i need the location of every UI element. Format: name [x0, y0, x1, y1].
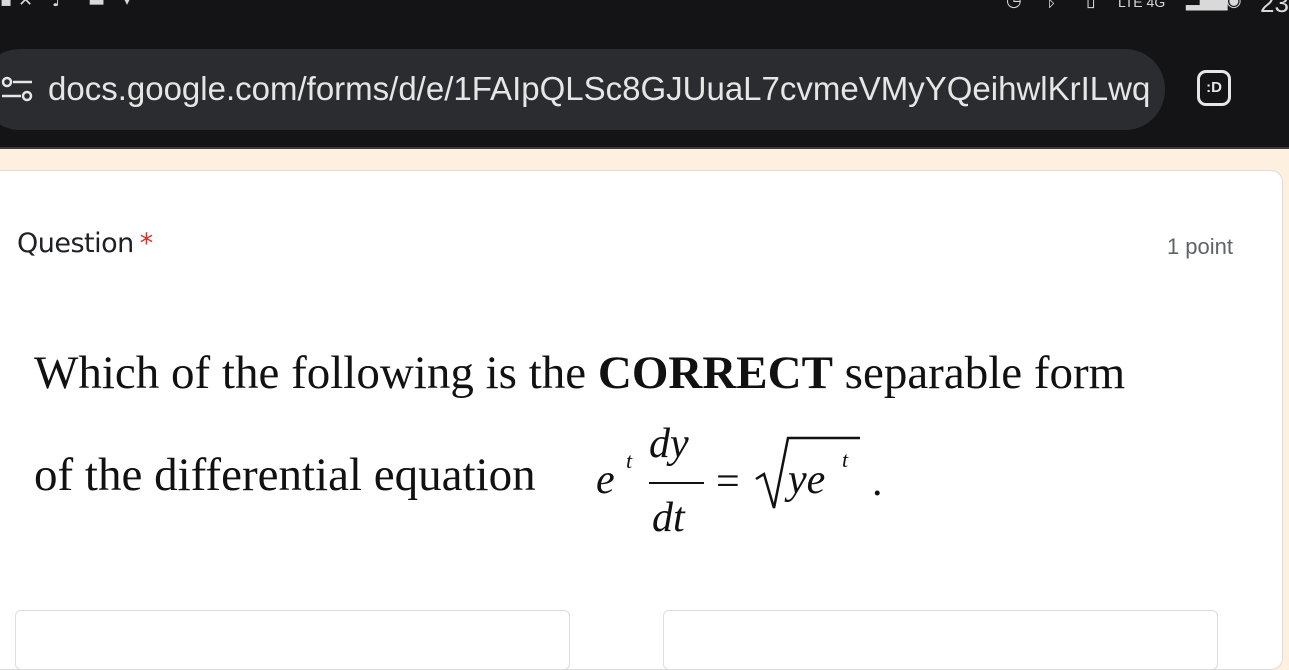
toolbar-divider: [0, 147, 1289, 149]
vibrate-icon: ▯: [1086, 0, 1096, 11]
question-label: Question: [17, 228, 134, 259]
url-text[interactable]: docs.google.com/forms/d/e/1FAIpQLSc8GJUu…: [48, 69, 1150, 109]
fraction-bar: [649, 482, 704, 484]
tiktok-icon: ♪: [52, 0, 64, 11]
required-marker: *: [139, 228, 154, 259]
question-text-line1: Which of the following is the CORRECT se…: [34, 346, 1125, 400]
bluetooth-icon: ᛒ: [1046, 0, 1057, 11]
question-text-pre: Which of the following is the: [34, 347, 598, 399]
app-notification-icon: ✕: [18, 0, 34, 11]
math-e: e: [596, 457, 615, 503]
question-text-bold: CORRECT: [597, 347, 833, 399]
clock: 23: [1260, 0, 1289, 18]
app-notification-icon: ▪: [0, 0, 13, 11]
browser-toolbar: docs.google.com/forms/d/e/1FAIpQLSc8GJUu…: [0, 20, 1289, 147]
site-info-icon[interactable]: [0, 75, 34, 105]
question-text-post: separable form: [832, 347, 1126, 399]
extension-icon[interactable]: :D: [1197, 70, 1231, 106]
math-denominator-dt: dt: [652, 495, 685, 541]
math-numerator-dy: dy: [649, 421, 689, 467]
data-saver-icon: ◉: [1226, 0, 1242, 11]
question-title: Question *: [17, 228, 153, 259]
math-equals: =: [716, 459, 740, 505]
address-bar[interactable]: docs.google.com/forms/d/e/1FAIpQLSc8GJUu…: [0, 49, 1165, 130]
network-label: LTE 4G: [1118, 0, 1166, 10]
math-exponent-t: t: [626, 448, 633, 473]
location-icon: ▾: [124, 0, 131, 8]
math-ye: ye: [788, 457, 826, 503]
math-exponent-t2: t: [842, 447, 849, 472]
question-card: [0, 170, 1283, 670]
math-period: .: [872, 459, 883, 505]
question-text-line2: of the differential equation: [34, 449, 536, 501]
question-points: 1 point: [1166, 234, 1233, 259]
youtube-icon: ▬: [88, 0, 106, 11]
alarm-icon: ◷: [1006, 0, 1022, 11]
answer-option-2[interactable]: [663, 610, 1218, 670]
answer-option-1[interactable]: [15, 610, 570, 670]
signal-icon: ▂▄▆: [1186, 0, 1228, 11]
status-bar: ▪ ✕ ♪ ▬ ▾ ◷ ᛒ ▯ LTE 4G ▂▄▆ ◉ 23: [0, 0, 1289, 20]
